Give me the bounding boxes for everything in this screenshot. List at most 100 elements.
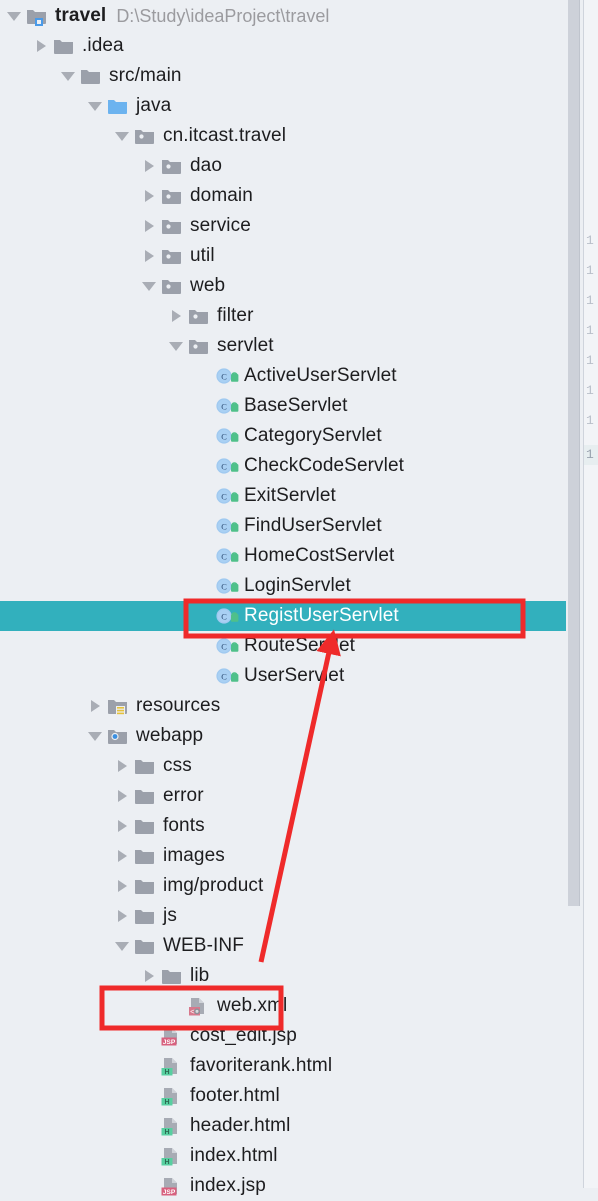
tree-row[interactable]: css xyxy=(0,751,566,781)
svg-text:JSP: JSP xyxy=(163,1189,176,1196)
tree-row-label: service xyxy=(190,215,251,236)
tree-row[interactable]: JSP cost_edit.jsp xyxy=(0,1021,566,1051)
tree-row[interactable]: lib xyxy=(0,961,566,991)
chevron-down-icon[interactable] xyxy=(141,278,157,294)
chevron-right-icon[interactable] xyxy=(114,788,130,804)
chevron-down-icon[interactable] xyxy=(6,8,22,24)
tree-row[interactable]: Hfavoriterank.html xyxy=(0,1051,566,1081)
html-file-icon: H xyxy=(161,1146,183,1166)
tree-row[interactable]: resources xyxy=(0,691,566,721)
tree-row[interactable]: img/product xyxy=(0,871,566,901)
project-tree-scrollbar-thumb[interactable] xyxy=(568,0,580,906)
chevron-right-icon[interactable] xyxy=(114,848,130,864)
tree-row-label: footer.html xyxy=(190,1085,280,1106)
chevron-down-icon[interactable] xyxy=(60,68,76,84)
chevron-right-icon[interactable] xyxy=(141,188,157,204)
tree-row[interactable]: C BaseServlet xyxy=(0,391,566,421)
tree-row[interactable]: C CategoryServlet xyxy=(0,421,566,451)
tree-row[interactable]: C ExitServlet xyxy=(0,481,566,511)
tree-row-label: util xyxy=(190,245,215,266)
tree-row[interactable]: webapp xyxy=(0,721,566,751)
tree-row[interactable]: Hindex.html xyxy=(0,1141,566,1171)
tree-row-label: FindUserServlet xyxy=(244,515,382,536)
tree-row[interactable]: C FindUserServlet xyxy=(0,511,566,541)
tree-row[interactable]: fonts xyxy=(0,811,566,841)
chevron-right-icon[interactable] xyxy=(141,968,157,984)
tree-row[interactable]: C HomeCostServlet xyxy=(0,541,566,571)
tree-row[interactable]: Hfooter.html xyxy=(0,1081,566,1111)
tree-row[interactable]: domain xyxy=(0,181,566,211)
gutter-line-number: 1 xyxy=(586,323,594,338)
tree-row[interactable]: C LoginServlet xyxy=(0,571,566,601)
tree-row-label: header.html xyxy=(190,1115,291,1136)
tree-row[interactable]: .idea xyxy=(0,31,566,61)
tree-row-label: CategoryServlet xyxy=(244,425,382,446)
chevron-right-icon[interactable] xyxy=(114,758,130,774)
chevron-right-icon[interactable] xyxy=(141,248,157,264)
tree-row-label: web xyxy=(190,275,226,296)
tree-row[interactable]: service xyxy=(0,211,566,241)
tree-row[interactable]: images xyxy=(0,841,566,871)
project-tree-scrollbar[interactable] xyxy=(566,0,583,1188)
chevron-down-icon[interactable] xyxy=(168,338,184,354)
tree-row[interactable]: util xyxy=(0,241,566,271)
chevron-right-icon[interactable] xyxy=(114,818,130,834)
gutter-line-number: 1 xyxy=(586,263,594,278)
folder-icon xyxy=(134,936,156,956)
chevron-right-icon[interactable] xyxy=(168,308,184,324)
tree-row[interactable]: servlet xyxy=(0,331,566,361)
chevron-down-icon[interactable] xyxy=(114,128,130,144)
svg-text:C: C xyxy=(221,523,227,532)
tree-row[interactable]: Hheader.html xyxy=(0,1111,566,1141)
tree-row[interactable]: web xyxy=(0,271,566,301)
tree-row[interactable]: src/main xyxy=(0,61,566,91)
folder-icon xyxy=(161,966,183,986)
tree-row[interactable]: C ActiveUserServlet xyxy=(0,361,566,391)
tree-row-path: D:\Study\ideaProject\travel xyxy=(116,5,330,26)
svg-text:H: H xyxy=(164,1099,169,1106)
folder-icon xyxy=(53,36,75,56)
tree-row[interactable]: error xyxy=(0,781,566,811)
chevron-right-icon[interactable] xyxy=(114,878,130,894)
tree-row[interactable]: dao xyxy=(0,151,566,181)
editor-gutter: 1 1 1 1 1 1 1 1 xyxy=(583,0,598,1188)
tree-row[interactable]: filter xyxy=(0,301,566,331)
tree-row[interactable]: java xyxy=(0,91,566,121)
tree-row[interactable]: travel D:\Study\ideaProject\travel xyxy=(0,1,566,31)
chevron-right-icon[interactable] xyxy=(141,218,157,234)
chevron-right-icon[interactable] xyxy=(141,158,157,174)
java-class-icon: C xyxy=(215,396,239,416)
xml-file-icon: < xyxy=(188,996,210,1016)
tree-row-label: WEB-INF xyxy=(163,935,244,956)
tree-row[interactable]: WEB-INF xyxy=(0,931,566,961)
tree-row[interactable]: C RouteServlet xyxy=(0,631,566,661)
chevron-right-icon[interactable] xyxy=(87,698,103,714)
tree-row[interactable]: < web.xml xyxy=(0,991,566,1021)
svg-text:H: H xyxy=(164,1159,169,1166)
chevron-down-icon[interactable] xyxy=(87,728,103,744)
tree-row-label: java xyxy=(136,95,172,116)
tree-row-label: HomeCostServlet xyxy=(244,545,395,566)
tree-row-label: UserServlet xyxy=(244,665,345,686)
svg-text:C: C xyxy=(221,433,227,442)
package-icon xyxy=(161,186,183,206)
resources-folder-icon xyxy=(107,696,129,716)
chevron-right-icon[interactable] xyxy=(114,908,130,924)
tree-row[interactable]: C UserServlet xyxy=(0,661,566,691)
tree-row[interactable]: C RegistUserServlet xyxy=(0,601,566,631)
tree-row[interactable]: cn.itcast.travel xyxy=(0,121,566,151)
project-tree[interactable]: travel D:\Study\ideaProject\travel .idea sr… xyxy=(0,0,566,1196)
chevron-down-icon[interactable] xyxy=(114,938,130,954)
gutter-line-number: 1 xyxy=(586,353,594,368)
tree-row[interactable]: js xyxy=(0,901,566,931)
tree-row-label: error xyxy=(163,785,204,806)
tree-row[interactable]: JSP index.jsp xyxy=(0,1171,566,1201)
gutter-line-number: 1 xyxy=(586,293,594,308)
chevron-down-icon[interactable] xyxy=(87,98,103,114)
tree-row[interactable]: C CheckCodeServlet xyxy=(0,451,566,481)
chevron-right-icon[interactable] xyxy=(33,38,49,54)
tree-row-label: domain xyxy=(190,185,253,206)
